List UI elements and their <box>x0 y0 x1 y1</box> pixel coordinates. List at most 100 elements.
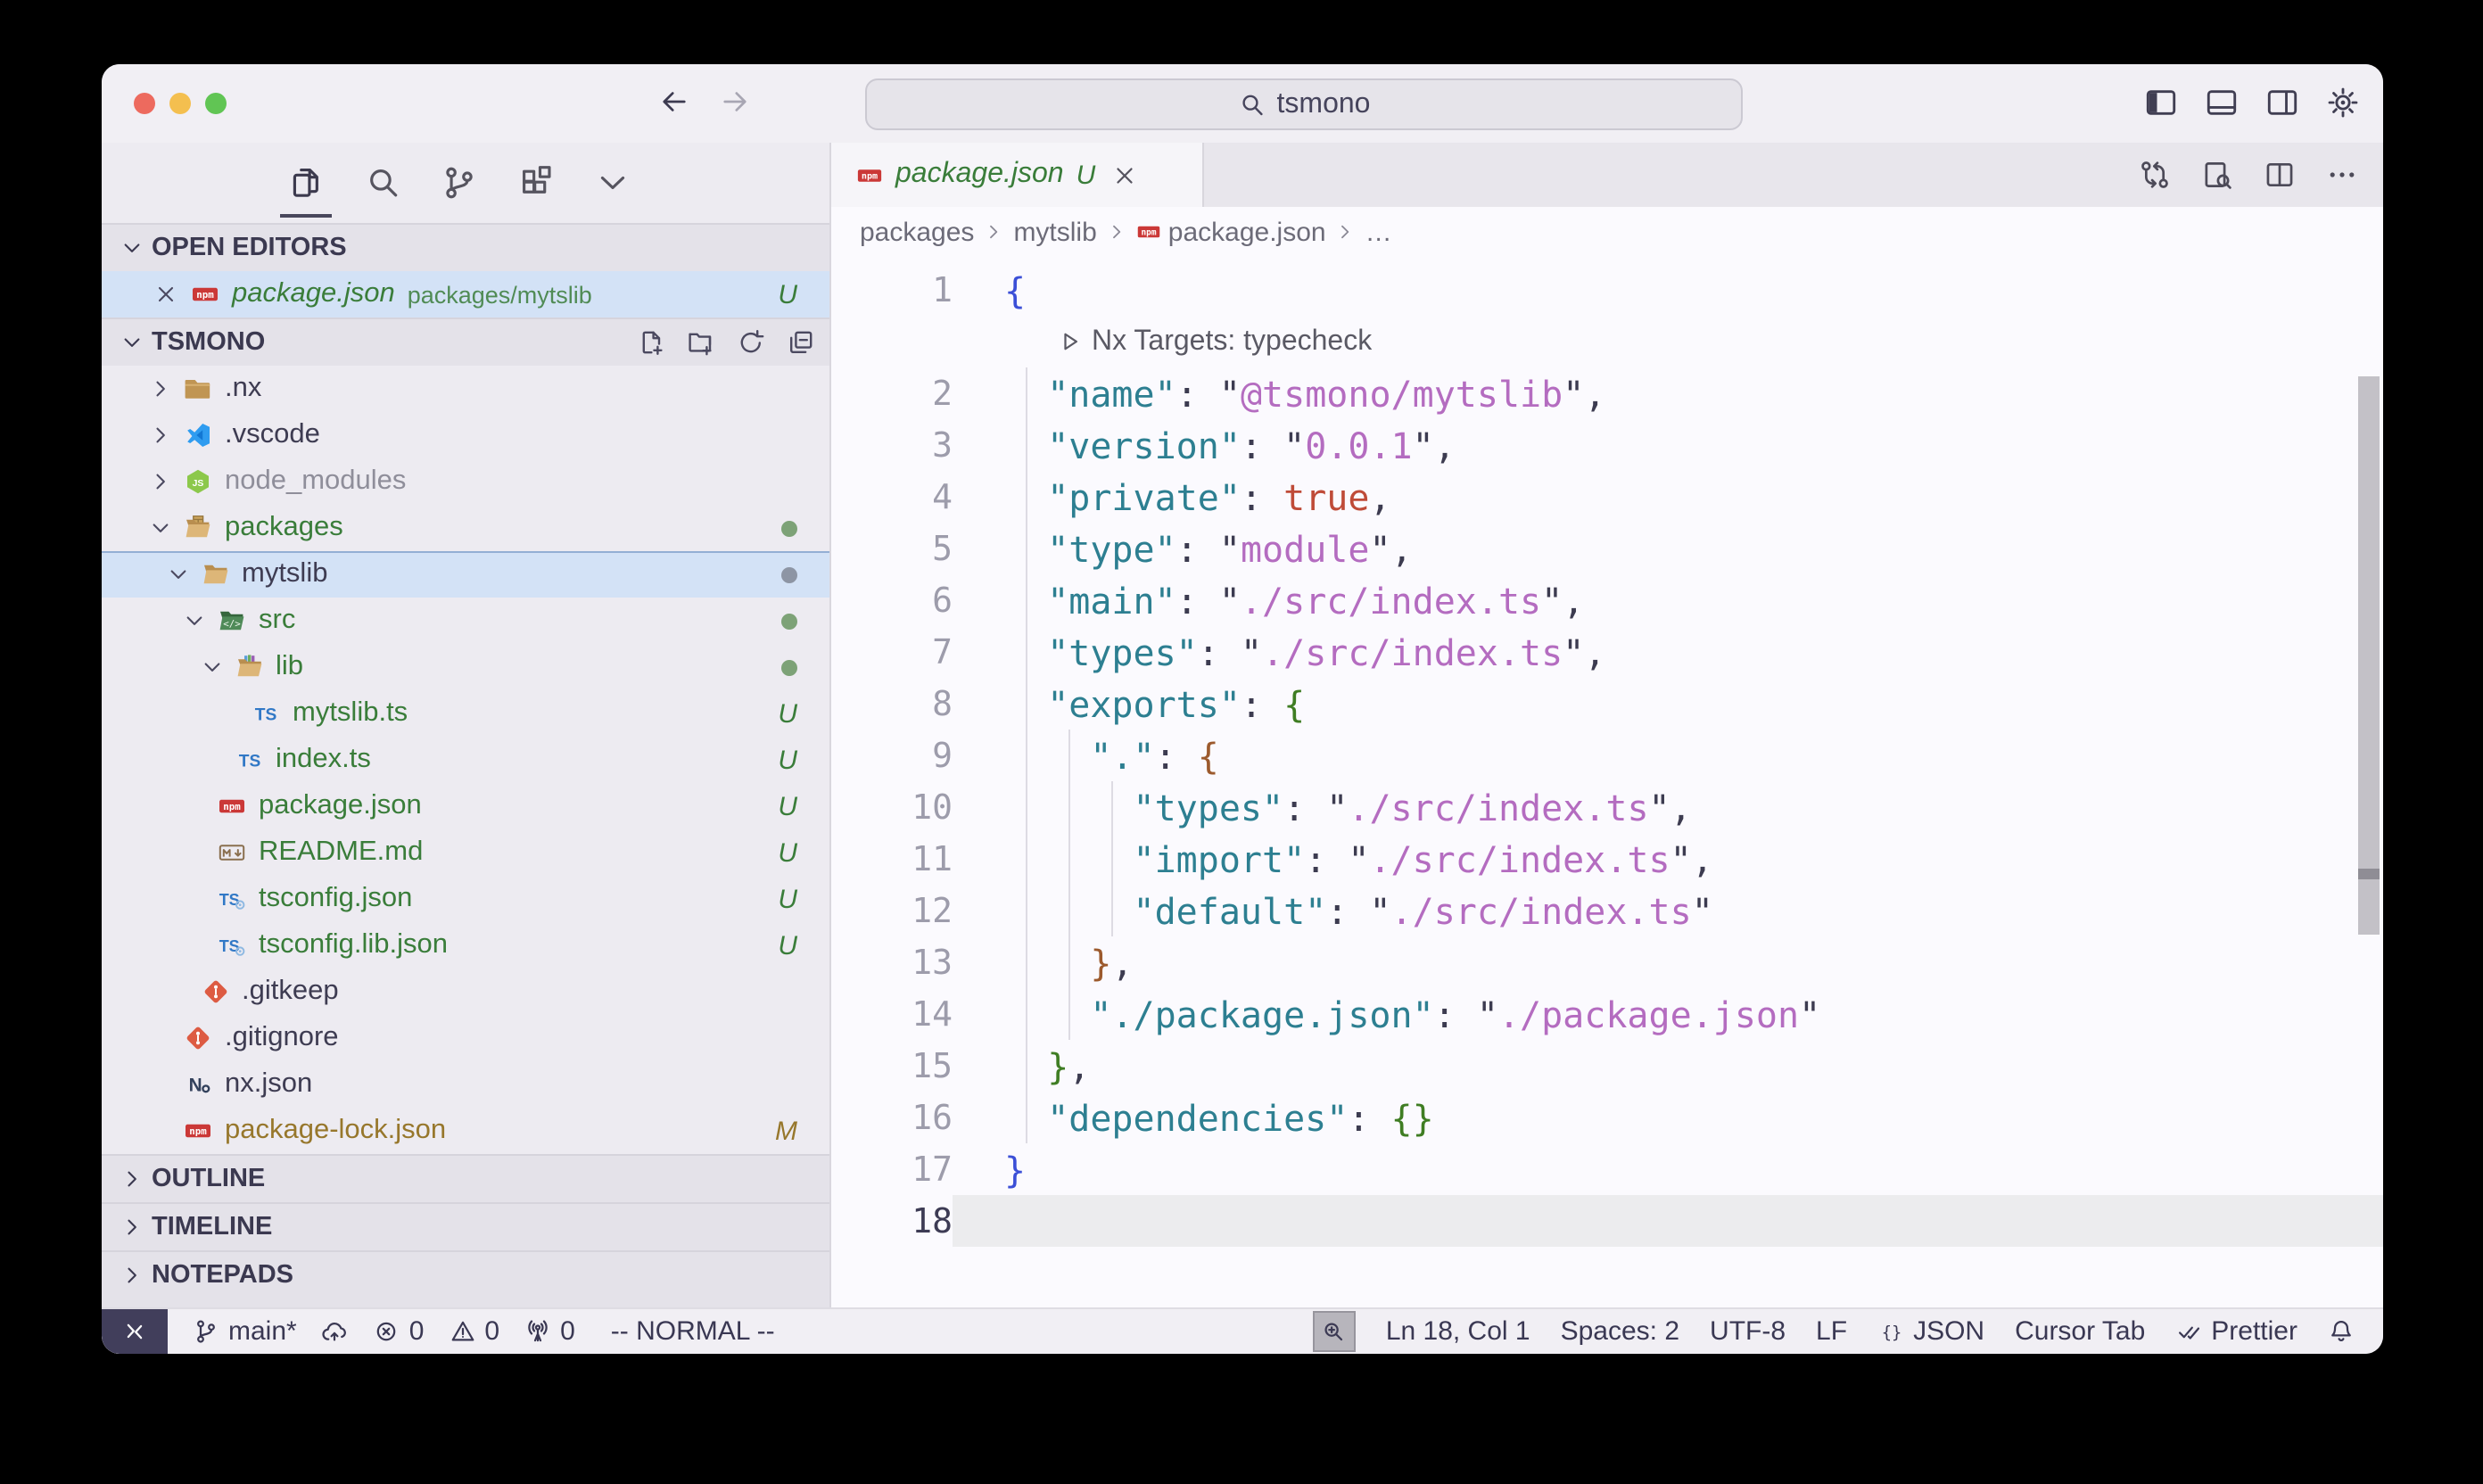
toggle-secondary-sidebar-button[interactable] <box>2265 86 2299 120</box>
vim-mode-indicator[interactable]: -- NORMAL -- <box>611 1316 775 1347</box>
vertical-scrollbar[interactable] <box>2358 376 2380 935</box>
code-text[interactable]: } <box>953 1143 2383 1195</box>
tree-item--gitignore[interactable]: .gitignore <box>102 1015 829 1061</box>
toggle-panel-button[interactable] <box>2205 86 2239 120</box>
warnings-indicator[interactable]: 0 <box>449 1316 499 1347</box>
tab-package-json[interactable]: npm package.json U <box>831 143 1204 207</box>
open-editors-header[interactable]: OPEN EDITORS <box>102 223 829 271</box>
breadcrumb-item-mytslib[interactable]: mytslib <box>1013 217 1096 247</box>
code-text[interactable]: "default": "./src/index.ts" <box>953 885 2383 936</box>
remote-indicator[interactable] <box>102 1309 168 1354</box>
close-icon[interactable] <box>153 282 178 307</box>
tree-item-package-json[interactable]: npmpackage.jsonU <box>102 783 829 829</box>
zoom-indicator[interactable] <box>1313 1311 1356 1352</box>
open-editor-item[interactable]: npm package.json packages/mytslib U <box>102 271 829 317</box>
tree-item-packages[interactable]: packages <box>102 505 829 551</box>
chevron-down-icon[interactable] <box>165 562 201 587</box>
section-header-timeline[interactable]: TIMELINE <box>102 1202 829 1250</box>
explorer-tab[interactable] <box>276 147 335 218</box>
code-text[interactable]: "main": "./src/index.ts", <box>953 574 2383 626</box>
code-text[interactable]: "version": "0.0.1", <box>953 419 2383 471</box>
tree-item-mytslib-ts[interactable]: TSmytslib.tsU <box>102 690 829 737</box>
code-text[interactable]: "types": "./src/index.ts", <box>953 781 2383 833</box>
zoom-window-button[interactable] <box>205 93 227 114</box>
publish-changes-button[interactable] <box>322 1318 349 1345</box>
minimize-window-button[interactable] <box>169 93 191 114</box>
extensions-tab[interactable] <box>507 147 565 218</box>
section-header-notepads[interactable]: NOTEPADS <box>102 1250 829 1298</box>
forward-button[interactable] <box>719 86 751 118</box>
collapse-folders-button[interactable] <box>787 328 815 357</box>
code-area[interactable]: 1{Nx Targets: typecheck2 "name": "@tsmon… <box>831 257 2383 1307</box>
code-text[interactable]: ".": { <box>953 730 2383 781</box>
code-text[interactable]: "name": "@tsmono/mytslib", <box>953 367 2383 419</box>
tree-item-mytslib[interactable]: mytslib <box>102 551 829 598</box>
tree-item--vscode[interactable]: .vscode <box>102 412 829 458</box>
encoding-indicator[interactable]: UTF-8 <box>1710 1316 1786 1347</box>
refresh-explorer-button[interactable] <box>737 328 765 357</box>
code-text[interactable]: "types": "./src/index.ts", <box>953 626 2383 678</box>
code-text[interactable]: }, <box>953 1040 2383 1092</box>
tree-item-package-lock-json[interactable]: npmpackage-lock.jsonM <box>102 1108 829 1154</box>
split-editor-button[interactable] <box>2264 159 2296 191</box>
more-actions-button[interactable] <box>2326 159 2358 191</box>
tree-item--nx[interactable]: .nx <box>102 366 829 412</box>
code-text[interactable]: }, <box>953 936 2383 988</box>
tree-item-nx-json[interactable]: Nnx.json <box>102 1061 829 1108</box>
code-text[interactable]: "private": true, <box>953 471 2383 523</box>
code-text[interactable]: "type": "module", <box>953 523 2383 574</box>
tree-item-index-ts[interactable]: TSindex.tsU <box>102 737 829 783</box>
breadcrumb-item-packages[interactable]: packages <box>860 217 974 247</box>
cursor-position[interactable]: Ln 18, Col 1 <box>1386 1316 1530 1347</box>
tree-item-readme-md[interactable]: README.mdU <box>102 829 829 876</box>
open-changes-button[interactable] <box>2139 159 2171 191</box>
line-number: 12 <box>831 891 953 930</box>
breadcrumb-item-package-json[interactable]: npmpackage.json <box>1136 217 1326 247</box>
language-indicator[interactable]: {}JSON <box>1877 1316 1984 1347</box>
notifications-bell[interactable] <box>2328 1318 2355 1345</box>
tree-item--gitkeep[interactable]: .gitkeep <box>102 969 829 1015</box>
source-control-tab[interactable] <box>430 147 489 218</box>
indentation-indicator[interactable]: Spaces: 2 <box>1561 1316 1679 1347</box>
breadcrumb: packages mytslib npmpackage.json … <box>831 207 2383 257</box>
cursor-tab-indicator[interactable]: Cursor Tab <box>2015 1316 2145 1347</box>
toggle-primary-sidebar-button[interactable] <box>2144 86 2178 120</box>
eol-indicator[interactable]: LF <box>1816 1316 1847 1347</box>
settings-button[interactable] <box>2326 86 2360 120</box>
new-file-button[interactable] <box>637 328 665 357</box>
open-preview-button[interactable] <box>2201 159 2233 191</box>
code-text[interactable]: "dependencies": {} <box>953 1092 2383 1143</box>
code-text[interactable]: "./package.json": "./package.json" <box>953 988 2383 1040</box>
formatter-indicator[interactable]: Prettier <box>2175 1316 2297 1347</box>
close-window-button[interactable] <box>134 93 155 114</box>
git-status-badge: U <box>778 745 797 775</box>
close-tab-icon[interactable] <box>1111 161 1138 188</box>
back-button[interactable] <box>658 86 690 118</box>
search-tab[interactable] <box>353 147 412 218</box>
chevron-right-icon[interactable] <box>148 469 184 494</box>
code-text[interactable]: "import": "./src/index.ts", <box>953 833 2383 885</box>
workspace-header[interactable]: TSMONO <box>102 317 829 366</box>
chevron-down-icon[interactable] <box>199 655 235 680</box>
tree-item-src[interactable]: </>src <box>102 598 829 644</box>
chevron-down-icon[interactable] <box>148 515 184 540</box>
chevron-right-icon[interactable] <box>148 376 184 401</box>
branch-indicator[interactable]: main* <box>193 1316 297 1347</box>
command-center[interactable]: tsmono <box>865 78 1743 130</box>
breadcrumb-item--[interactable]: … <box>1365 217 1392 247</box>
section-header-outline[interactable]: OUTLINE <box>102 1154 829 1202</box>
new-folder-button[interactable] <box>687 328 715 357</box>
codelens-nx-targets[interactable]: Nx Targets: typecheck <box>831 316 2383 367</box>
more-views-button[interactable] <box>583 147 642 218</box>
code-text[interactable]: "exports": { <box>953 678 2383 730</box>
code-text[interactable] <box>953 1195 2383 1247</box>
ports-indicator[interactable]: 0 <box>524 1316 575 1347</box>
tree-item-node-modules[interactable]: JSnode_modules <box>102 458 829 505</box>
tree-item-tsconfig-lib-json[interactable]: TStsconfig.lib.jsonU <box>102 922 829 969</box>
errors-indicator[interactable]: 0 <box>374 1316 425 1347</box>
tree-item-lib[interactable]: lib <box>102 644 829 690</box>
tree-item-tsconfig-json[interactable]: TStsconfig.jsonU <box>102 876 829 922</box>
chevron-right-icon[interactable] <box>148 423 184 448</box>
chevron-down-icon[interactable] <box>182 608 218 633</box>
code-text[interactable]: { <box>953 264 2383 316</box>
